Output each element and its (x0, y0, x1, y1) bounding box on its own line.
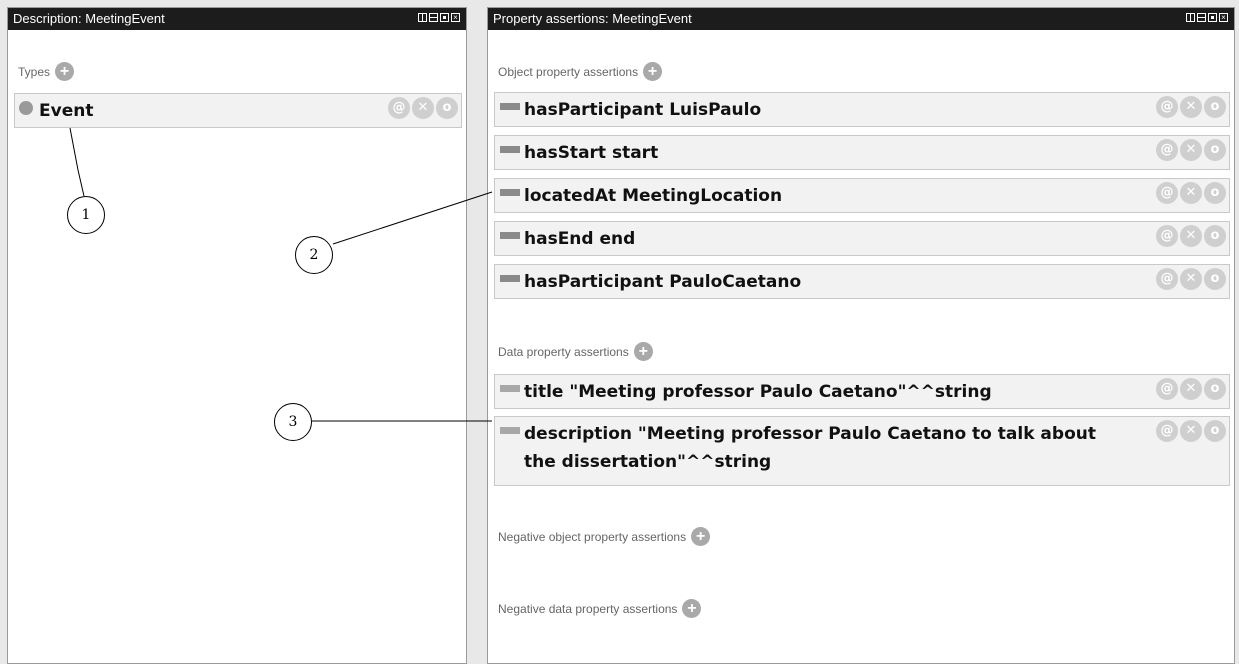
object-assertion-row[interactable]: locatedAt MeetingLocation @ ✕ o (494, 178, 1230, 213)
maximize-icon[interactable] (440, 13, 449, 22)
annotate-icon[interactable]: @ (1156, 268, 1178, 290)
edit-icon[interactable]: o (1204, 139, 1226, 161)
property-assertions-titlebar: Property assertions: MeetingEvent × (488, 8, 1234, 30)
data-assertions-label: Data property assertions (498, 344, 629, 359)
add-negative-data-assertion-icon[interactable]: + (682, 599, 702, 618)
type-label: Event (39, 101, 94, 121)
data-assertion-row[interactable]: description "Meeting professor Paulo Cae… (494, 416, 1230, 486)
types-label: Types (18, 64, 51, 79)
assertion-label: hasStart start (524, 143, 659, 163)
data-property-icon (500, 427, 520, 434)
assertion-label: locatedAt MeetingLocation (524, 186, 783, 206)
window-controls: × (418, 13, 460, 22)
annotate-icon[interactable]: @ (1156, 139, 1178, 161)
maximize-icon[interactable] (1208, 13, 1217, 22)
minimize-icon[interactable] (1197, 13, 1206, 22)
assertion-label: title "Meeting professor Paulo Caetano"^… (524, 382, 992, 402)
object-property-icon (500, 146, 520, 153)
split-view-icon[interactable] (1186, 13, 1195, 22)
remove-icon[interactable]: ✕ (1180, 268, 1202, 290)
edit-icon[interactable]: o (1204, 225, 1226, 247)
remove-icon[interactable]: ✕ (412, 97, 434, 119)
annotate-icon[interactable]: @ (1156, 225, 1178, 247)
minimize-icon[interactable] (429, 13, 438, 22)
object-property-icon (500, 103, 520, 110)
object-assertions-header: Object property assertions + (498, 62, 663, 81)
callout-1: 1 (67, 196, 105, 234)
data-property-icon (500, 385, 520, 392)
edit-icon[interactable]: o (1204, 420, 1226, 442)
description-panel-title: Description: MeetingEvent (13, 11, 165, 26)
annotate-icon[interactable]: @ (1156, 378, 1178, 400)
add-data-assertion-icon[interactable]: + (633, 342, 653, 361)
negative-data-assertions-header: Negative data property assertions + (498, 599, 702, 618)
property-assertions-title: Property assertions: MeetingEvent (493, 11, 692, 26)
object-assertion-row[interactable]: hasStart start @ ✕ o (494, 135, 1230, 170)
object-property-icon (500, 275, 520, 282)
type-row-event[interactable]: Event @ ✕ o (14, 93, 462, 128)
add-negative-object-assertion-icon[interactable]: + (691, 527, 711, 546)
assertion-label: description "Meeting professor Paulo Cae… (524, 424, 1096, 472)
remove-icon[interactable]: ✕ (1180, 96, 1202, 118)
object-property-icon (500, 232, 520, 239)
assertion-label: hasEnd end (524, 229, 636, 249)
split-view-icon[interactable] (418, 13, 427, 22)
negative-object-assertions-header: Negative object property assertions + (498, 527, 711, 546)
remove-icon[interactable]: ✕ (1180, 182, 1202, 204)
edit-icon[interactable]: o (436, 97, 458, 119)
close-icon[interactable]: × (1219, 13, 1228, 22)
remove-icon[interactable]: ✕ (1180, 225, 1202, 247)
description-panel: Description: MeetingEvent × Types + Even… (7, 7, 467, 664)
annotate-icon[interactable]: @ (1156, 420, 1178, 442)
remove-icon[interactable]: ✕ (1180, 139, 1202, 161)
assertion-label: hasParticipant LuisPaulo (524, 100, 762, 120)
remove-icon[interactable]: ✕ (1180, 420, 1202, 442)
types-section-header: Types + (18, 62, 75, 81)
object-assertion-row[interactable]: hasEnd end @ ✕ o (494, 221, 1230, 256)
data-assertions-header: Data property assertions + (498, 342, 653, 361)
negative-data-assertions-label: Negative data property assertions (498, 601, 678, 616)
close-icon[interactable]: × (451, 13, 460, 22)
edit-icon[interactable]: o (1204, 268, 1226, 290)
callout-3: 3 (274, 403, 312, 441)
edit-icon[interactable]: o (1204, 378, 1226, 400)
add-object-assertion-icon[interactable]: + (643, 62, 663, 81)
annotate-icon[interactable]: @ (388, 97, 410, 119)
object-assertion-row[interactable]: hasParticipant LuisPaulo @ ✕ o (494, 92, 1230, 127)
annotate-icon[interactable]: @ (1156, 96, 1178, 118)
class-icon (19, 101, 33, 115)
negative-object-assertions-label: Negative object property assertions (498, 529, 687, 544)
property-assertions-panel: Property assertions: MeetingEvent × Obje… (487, 7, 1235, 664)
window-controls: × (1186, 13, 1228, 22)
object-assertion-row[interactable]: hasParticipant PauloCaetano @ ✕ o (494, 264, 1230, 299)
data-assertion-row[interactable]: title "Meeting professor Paulo Caetano"^… (494, 374, 1230, 409)
object-property-icon (500, 189, 520, 196)
annotate-icon[interactable]: @ (1156, 182, 1178, 204)
description-panel-titlebar: Description: MeetingEvent × (8, 8, 466, 30)
add-type-icon[interactable]: + (55, 62, 75, 81)
callout-2: 2 (295, 236, 333, 274)
remove-icon[interactable]: ✕ (1180, 378, 1202, 400)
assertion-label: hasParticipant PauloCaetano (524, 272, 802, 292)
edit-icon[interactable]: o (1204, 182, 1226, 204)
edit-icon[interactable]: o (1204, 96, 1226, 118)
object-assertions-label: Object property assertions (498, 64, 639, 79)
